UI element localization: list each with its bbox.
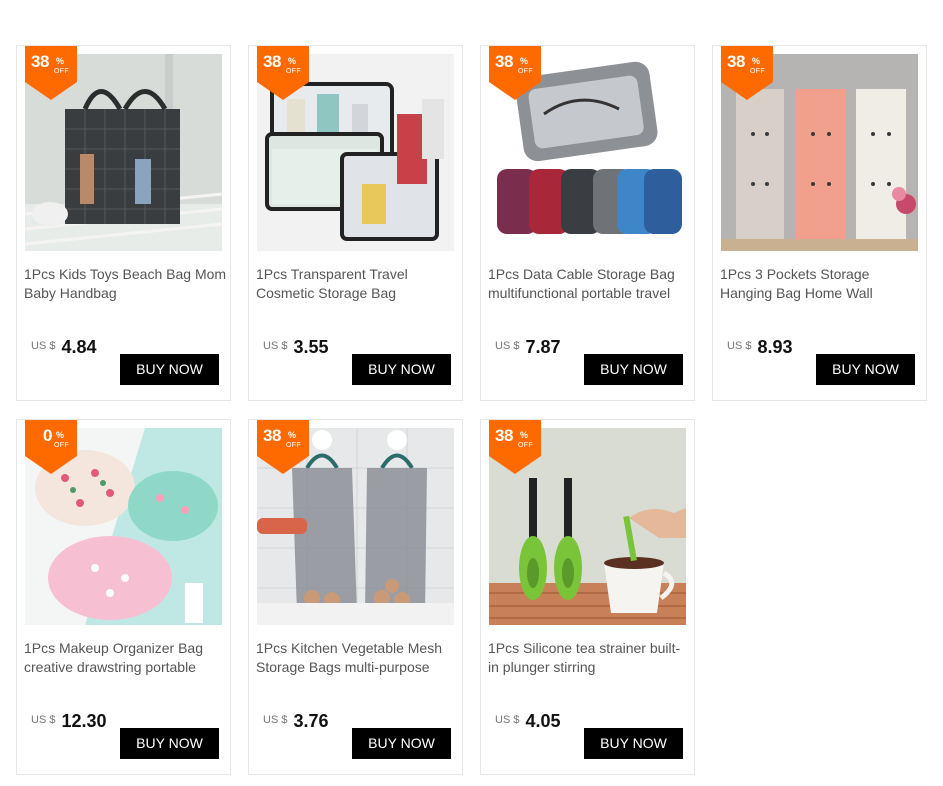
discount-value: 38	[727, 52, 745, 71]
buy-now-button[interactable]: BUY NOW	[352, 728, 451, 759]
product-title[interactable]: 1Pcs Data Cable Storage Bag multifunctio…	[488, 265, 691, 305]
discount-badge: 38 % OFF	[257, 420, 309, 474]
buy-now-button[interactable]: BUY NOW	[120, 354, 219, 385]
off-label: OFF	[750, 68, 765, 75]
product-title[interactable]: 1Pcs Makeup Organizer Bag creative draws…	[24, 639, 227, 679]
price-amount: 7.87	[525, 337, 561, 357]
price: US $ 4.05	[495, 711, 561, 732]
currency-label: US $	[31, 714, 56, 726]
off-label: OFF	[54, 68, 69, 75]
buy-now-button[interactable]: BUY NOW	[352, 354, 451, 385]
currency-label: US $	[263, 340, 288, 352]
currency-label: US $	[31, 340, 56, 352]
discount-value: 0	[43, 426, 52, 445]
price-amount: 4.84	[61, 337, 97, 357]
currency-label: US $	[727, 340, 752, 352]
percent-sign: %	[520, 430, 529, 440]
currency-label: US $	[495, 340, 520, 352]
currency-label: US $	[495, 714, 520, 726]
percent-sign: %	[288, 430, 297, 440]
off-label: OFF	[286, 68, 301, 75]
discount-value: 38	[495, 52, 513, 71]
product-card[interactable]: 38 % OFF 1Pcs Silicone tea strainer buil…	[480, 419, 695, 775]
product-card[interactable]: 38 % OFF 1Pcs 3 Pockets Storage Hanging …	[712, 45, 927, 401]
discount-badge: 0 % OFF	[25, 420, 77, 474]
price: US $ 8.93	[727, 337, 793, 358]
discount-badge: 38 % OFF	[257, 46, 309, 100]
price: US $ 3.76	[263, 711, 329, 732]
discount-badge: 38 % OFF	[489, 420, 541, 474]
product-card[interactable]: 38 % OFF 1Pcs Kids Toys Beach Bag Mom Ba…	[16, 45, 231, 401]
product-card[interactable]: 0 % OFF 1Pcs Makeup Organizer Bag creati…	[16, 419, 231, 775]
percent-sign: %	[56, 56, 65, 66]
product-card[interactable]: 38 % OFF 1Pcs Kitchen Vegetable Mesh Sto…	[248, 419, 463, 775]
price-amount: 12.30	[61, 711, 107, 731]
discount-value: 38	[263, 52, 281, 71]
percent-sign: %	[288, 56, 297, 66]
currency-label: US $	[263, 714, 288, 726]
price: US $ 7.87	[495, 337, 561, 358]
price: US $ 12.30	[31, 711, 107, 732]
buy-now-button[interactable]: BUY NOW	[816, 354, 915, 385]
buy-now-button[interactable]: BUY NOW	[584, 728, 683, 759]
product-title[interactable]: 1Pcs 3 Pockets Storage Hanging Bag Home …	[720, 265, 923, 305]
buy-now-button[interactable]: BUY NOW	[120, 728, 219, 759]
product-card[interactable]: 38 % OFF 1Pcs Transparent Travel Cosmeti…	[248, 45, 463, 401]
percent-sign: %	[752, 56, 761, 66]
off-label: OFF	[54, 442, 69, 449]
percent-sign: %	[520, 56, 529, 66]
discount-value: 38	[495, 426, 513, 445]
price-amount: 3.76	[293, 711, 329, 731]
price: US $ 4.84	[31, 337, 97, 358]
discount-badge: 38 % OFF	[25, 46, 77, 100]
product-grid: 38 % OFF 1Pcs Kids Toys Beach Bag Mom Ba…	[16, 45, 927, 775]
product-title[interactable]: 1Pcs Kitchen Vegetable Mesh Storage Bags…	[256, 639, 459, 679]
price-amount: 4.05	[525, 711, 561, 731]
product-title[interactable]: 1Pcs Transparent Travel Cosmetic Storage…	[256, 265, 459, 305]
off-label: OFF	[286, 442, 301, 449]
product-title[interactable]: 1Pcs Kids Toys Beach Bag Mom Baby Handba…	[24, 265, 227, 305]
discount-value: 38	[263, 426, 281, 445]
product-card[interactable]: 38 % OFF 1Pcs Data Cable Storage Bag mul…	[480, 45, 695, 401]
discount-badge: 38 % OFF	[489, 46, 541, 100]
off-label: OFF	[518, 68, 533, 75]
percent-sign: %	[56, 430, 65, 440]
buy-now-button[interactable]: BUY NOW	[584, 354, 683, 385]
discount-badge: 38 % OFF	[721, 46, 773, 100]
price-amount: 8.93	[757, 337, 793, 357]
product-title[interactable]: 1Pcs Silicone tea strainer built-in plun…	[488, 639, 691, 679]
discount-value: 38	[31, 52, 49, 71]
off-label: OFF	[518, 442, 533, 449]
price-amount: 3.55	[293, 337, 329, 357]
price: US $ 3.55	[263, 337, 329, 358]
